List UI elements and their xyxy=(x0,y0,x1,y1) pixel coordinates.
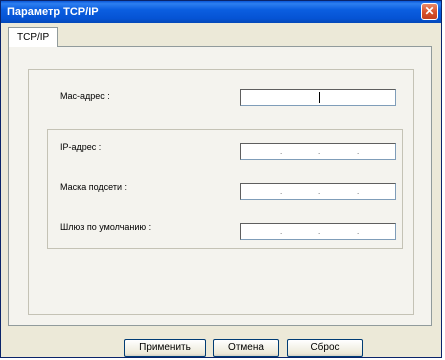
tab-tcpip[interactable]: TCP/IP xyxy=(8,27,59,47)
subnet-mask-label: Маска подсети : xyxy=(60,182,128,192)
close-icon: ✕ xyxy=(424,4,435,18)
ip-separator: . xyxy=(318,187,321,196)
ip-separator: . xyxy=(280,187,283,196)
ip-separator: . xyxy=(280,147,283,156)
ip-separator: . xyxy=(357,187,360,196)
ip-separator: . xyxy=(318,227,321,236)
default-gateway-label: Шлюз по умолчанию : xyxy=(60,222,152,232)
cancel-button[interactable]: Отмена xyxy=(213,339,279,357)
close-button[interactable]: ✕ xyxy=(421,3,438,20)
subnet-mask-field[interactable]: . . . xyxy=(240,183,396,200)
ip-separator: . xyxy=(318,147,321,156)
default-gateway-field[interactable]: . . . xyxy=(240,223,396,240)
ip-separator: . xyxy=(280,227,283,236)
text-caret xyxy=(319,92,320,103)
ip-separator: . xyxy=(357,147,360,156)
mac-address-label: Mac-адрес : xyxy=(60,91,110,101)
mac-address-field[interactable] xyxy=(240,89,396,106)
ip-address-field[interactable]: . . . xyxy=(240,143,396,160)
ip-separator: . xyxy=(357,227,360,236)
window-title: Параметр TCP/IP xyxy=(7,6,99,18)
apply-button[interactable]: Применить xyxy=(124,339,206,357)
ip-address-label: IP-адрес : xyxy=(60,142,102,152)
reset-button[interactable]: Сброс xyxy=(287,339,363,357)
title-bar[interactable]: Параметр TCP/IP ✕ xyxy=(1,1,441,23)
